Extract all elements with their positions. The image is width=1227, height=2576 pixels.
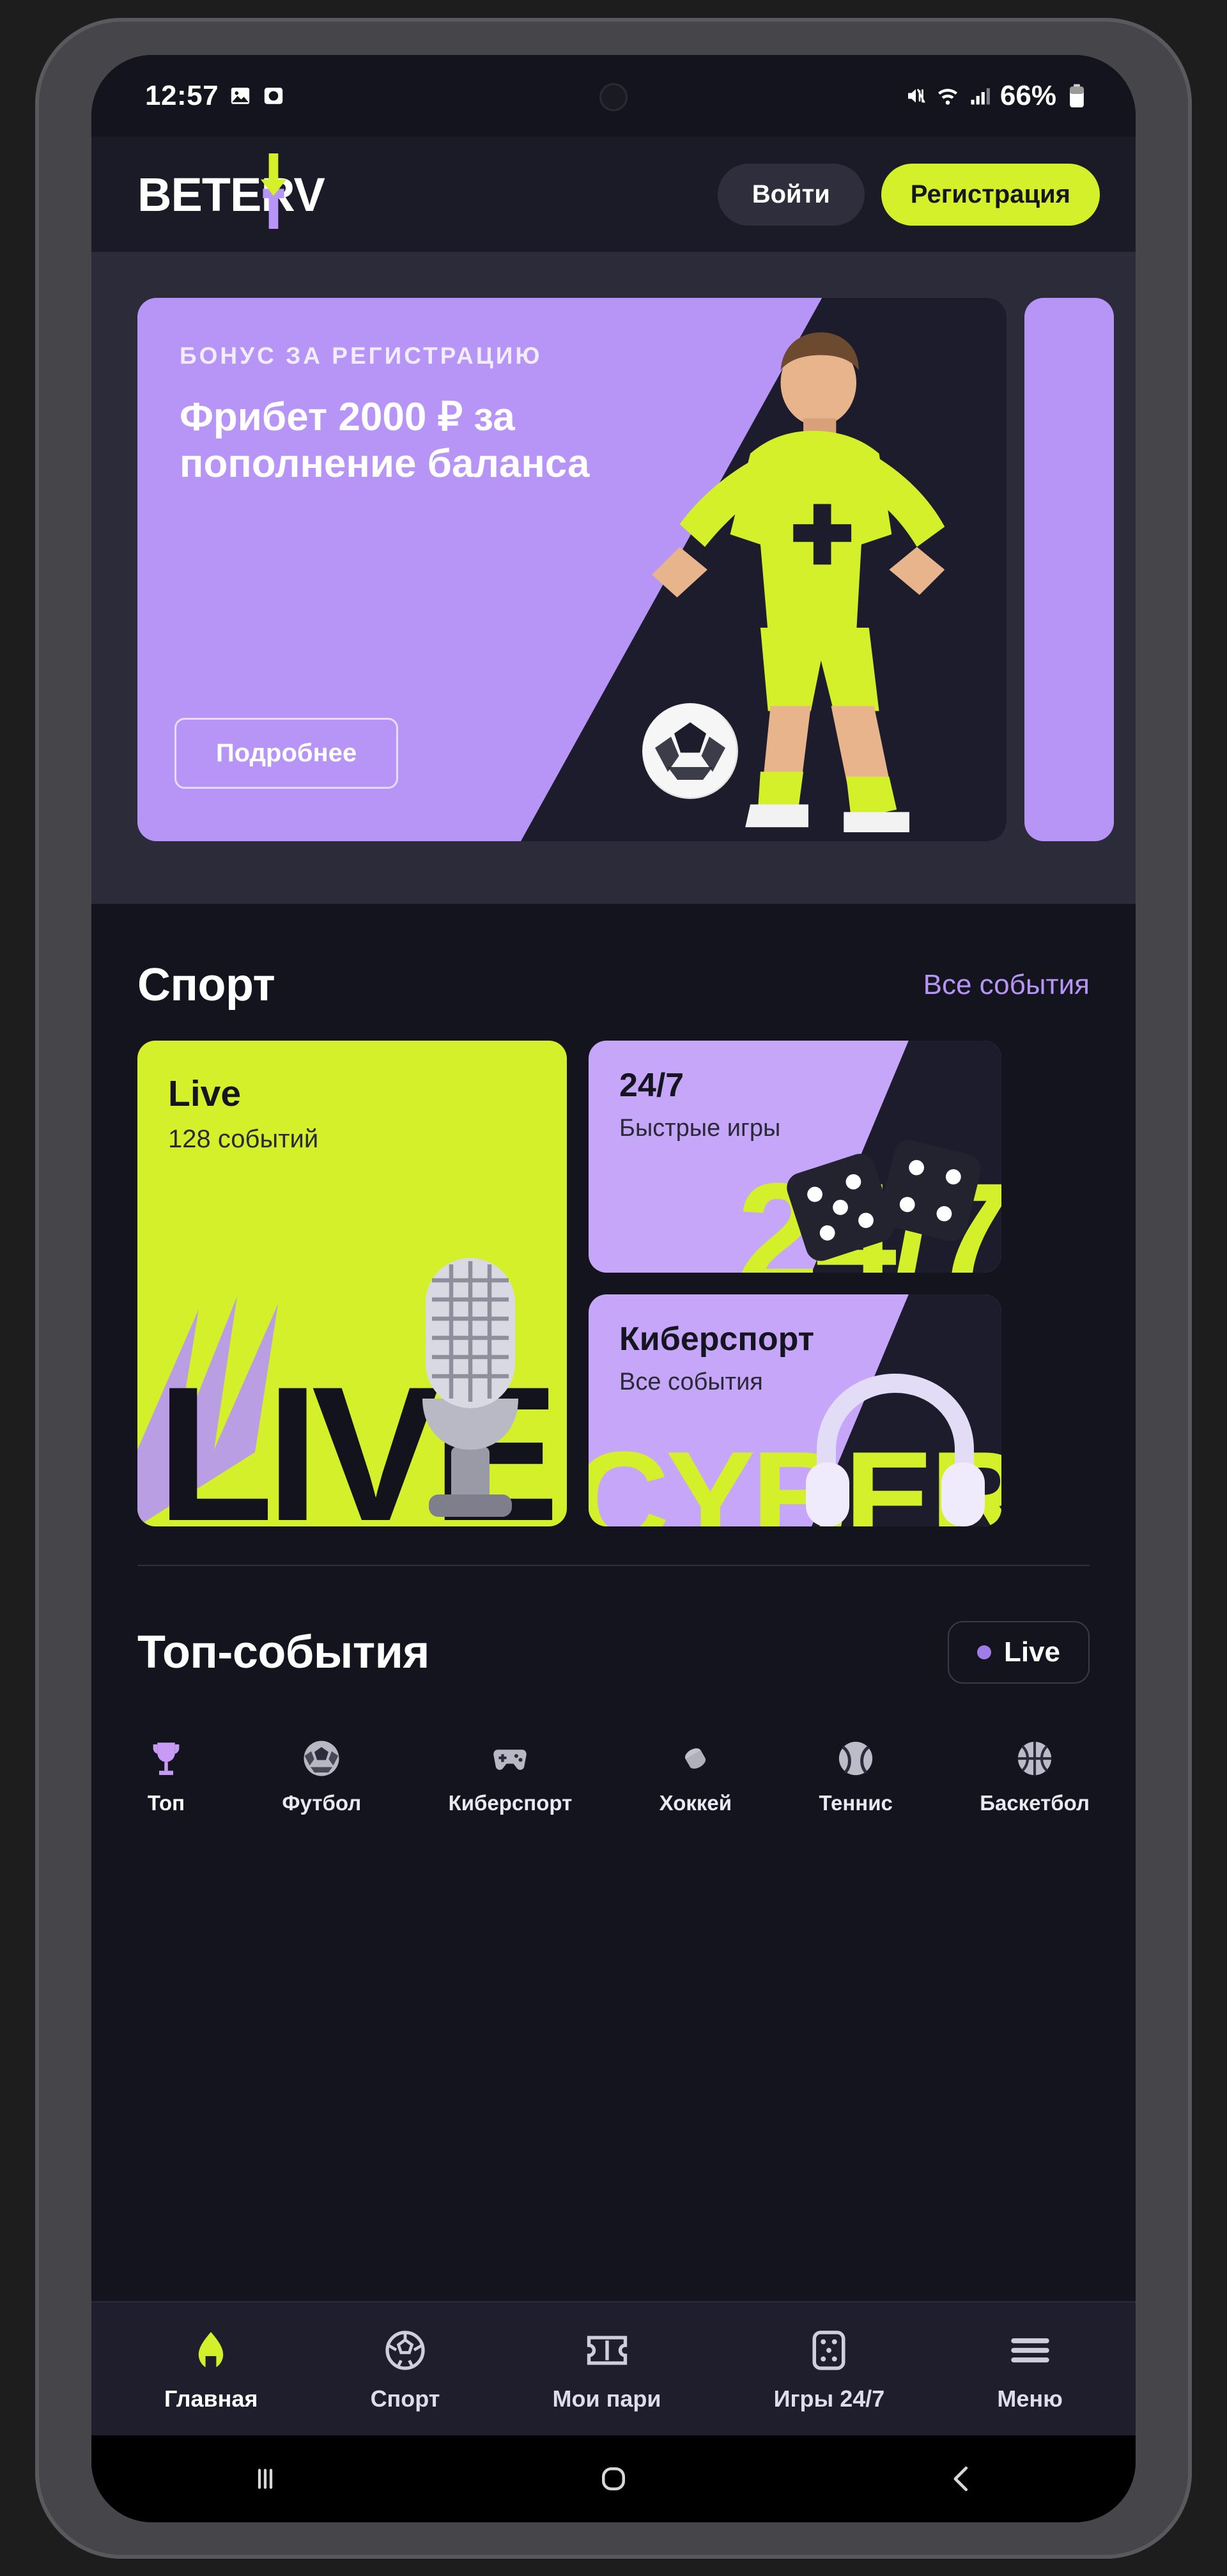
- card-24-7[interactable]: 24/7 24/7 Быстрые игры: [589, 1041, 1001, 1273]
- promo-carousel: БОНУС ЗА РЕГИСТРАЦИЮ Фрибет 2000 ₽ за по…: [91, 252, 1136, 904]
- sport-section-title: Спорт: [137, 959, 275, 1011]
- sport-tab-cybersport-label: Киберспорт: [448, 1791, 573, 1815]
- nav-item-home-label: Главная: [164, 2386, 258, 2412]
- sport-tab-basketball-label: Баскетбол: [980, 1791, 1090, 1815]
- sport-tab-tennis-label: Теннис: [819, 1791, 893, 1815]
- nav-item-menu[interactable]: Меню: [997, 2325, 1063, 2412]
- top-events-section: Топ-события Live: [91, 1566, 1136, 1713]
- live-filter-pill[interactable]: Live: [947, 1621, 1090, 1684]
- login-button[interactable]: Войти: [717, 163, 865, 226]
- nav-item-home[interactable]: Главная: [164, 2325, 258, 2412]
- cross-arrow-logo-icon: [250, 153, 297, 229]
- image-icon: [229, 84, 252, 107]
- nav-item-games-247[interactable]: Игры 24/7: [773, 2325, 885, 2412]
- front-camera: [599, 83, 628, 111]
- screen-record-icon: [262, 84, 285, 107]
- android-navigation-bar: [91, 2435, 1136, 2522]
- sport-tabs: Топ Футбол Киберспорт Хоккей Теннис Баск…: [91, 1713, 1136, 1815]
- promo-banner[interactable]: БОНУС ЗА РЕГИСТРАЦИЮ Фрибет 2000 ₽ за по…: [137, 298, 1007, 841]
- sport-tab-top[interactable]: Топ: [137, 1735, 195, 1815]
- page-content: БОНУС ЗА РЕГИСТРАЦИЮ Фрибет 2000 ₽ за по…: [91, 252, 1136, 2522]
- card-24-7-subtitle: Быстрые игры: [619, 1115, 781, 1142]
- nav-item-sport[interactable]: Спорт: [371, 2325, 440, 2412]
- battery-percent: 66%: [999, 80, 1056, 111]
- nav-item-my-bets-label: Мои пари: [552, 2386, 661, 2412]
- battery-icon: [1065, 84, 1088, 107]
- promo-details-button[interactable]: Подробнее: [174, 718, 399, 789]
- wifi-icon: [936, 84, 959, 107]
- status-bar-right: 66%: [904, 80, 1088, 112]
- status-time: 12:57: [145, 80, 219, 111]
- sport-tab-hockey-label: Хоккей: [659, 1791, 732, 1815]
- promo-eyebrow: БОНУС ЗА РЕГИСТРАЦИЮ: [180, 343, 543, 369]
- sport-tab-hockey[interactable]: Хоккей: [660, 1735, 732, 1815]
- screenshot-root: 12:57 66% BETERV Войти Регистрация БОНУС…: [0, 0, 1227, 2576]
- tennis-ball-icon: [832, 1735, 879, 1782]
- promo-next-slide-peek[interactable]: [1024, 298, 1114, 841]
- hockey-puck-icon: [672, 1735, 719, 1782]
- microphone-icon: [422, 1258, 518, 1517]
- mute-icon: [904, 84, 927, 107]
- card-cybersport-subtitle: Все события: [619, 1369, 763, 1395]
- brand-logo[interactable]: BETERV: [137, 153, 325, 229]
- register-button[interactable]: Регистрация: [881, 163, 1100, 226]
- card-24-7-title: 24/7: [619, 1067, 684, 1104]
- sport-section-header: Спорт Все события: [137, 904, 1090, 1041]
- card-live[interactable]: LIVE Live 128 событий: [137, 1041, 567, 1526]
- cellular-signal-icon: [968, 84, 991, 107]
- trophy-icon: [143, 1735, 190, 1782]
- phone-screen-bezel: 12:57 66% BETERV Войти Регистрация БОНУС…: [91, 55, 1136, 2522]
- card-live-subtitle: 128 событий: [168, 1125, 319, 1153]
- top-events-title: Топ-события: [137, 1627, 429, 1678]
- bottom-navigation: Главная Спорт Мои пари Игры 24/7 Меню: [91, 2301, 1136, 2435]
- promo-title: Фрибет 2000 ₽ за пополнение баланса: [180, 395, 590, 486]
- sport-tab-tennis[interactable]: Теннис: [819, 1735, 893, 1815]
- phone-frame: 12:57 66% BETERV Войти Регистрация БОНУС…: [35, 18, 1192, 2559]
- headphones-icon: [806, 1373, 985, 1526]
- live-status-dot: [976, 1645, 991, 1659]
- sport-tab-top-label: Топ: [147, 1791, 185, 1815]
- header-actions: Войти Регистрация: [717, 163, 1100, 226]
- basketball-icon: [1011, 1735, 1058, 1782]
- soccer-ball-icon: [298, 1735, 345, 1782]
- nav-item-sport-label: Спорт: [370, 2386, 440, 2412]
- sport-tab-football[interactable]: Футбол: [282, 1735, 361, 1815]
- sport-tab-basketball[interactable]: Баскетбол: [980, 1735, 1090, 1815]
- top-events-header: Топ-события Live: [137, 1566, 1090, 1713]
- hamburger-menu-icon: [1005, 2325, 1055, 2375]
- app-screen: 12:57 66% BETERV Войти Регистрация БОНУС…: [91, 55, 1136, 2522]
- back-chevron-icon[interactable]: [945, 2462, 979, 2496]
- sport-tab-football-label: Футбол: [282, 1791, 362, 1815]
- sport-cards: LIVE Live 128 событий 24/7 Быстрые игры …: [137, 1041, 1090, 1526]
- live-filter-label: Live: [1003, 1636, 1060, 1668]
- card-cybersport-title: Киберспорт: [619, 1321, 815, 1358]
- gamepad-icon: [486, 1735, 534, 1782]
- ticket-icon: [582, 2325, 632, 2375]
- nav-item-my-bets[interactable]: Мои пари: [553, 2325, 661, 2412]
- soccer-ball-graphic: [642, 703, 738, 799]
- sport-cards-column: 24/7 24/7 Быстрые игры: [589, 1041, 1001, 1526]
- home-icon: [186, 2325, 236, 2375]
- recents-icon[interactable]: [248, 2462, 282, 2496]
- card-live-title: Live: [168, 1073, 242, 1114]
- nav-item-menu-label: Меню: [997, 2386, 1063, 2412]
- dice-icon: [787, 1140, 981, 1261]
- sport-tab-cybersport[interactable]: Киберспорт: [448, 1735, 573, 1815]
- sport-all-events-link[interactable]: Все события: [923, 969, 1090, 1001]
- soccer-ball-icon: [380, 2325, 430, 2375]
- app-header: BETERV Войти Регистрация: [91, 137, 1136, 252]
- dice-icon: [804, 2325, 854, 2375]
- sport-section: Спорт Все события LIVE Live 128 событий …: [91, 904, 1136, 1526]
- home-circle-icon[interactable]: [596, 2462, 631, 2496]
- nav-item-games-247-label: Игры 24/7: [773, 2386, 885, 2412]
- status-bar-left: 12:57: [145, 80, 285, 112]
- card-cybersport[interactable]: CYBER Киберспорт Все события: [589, 1294, 1001, 1526]
